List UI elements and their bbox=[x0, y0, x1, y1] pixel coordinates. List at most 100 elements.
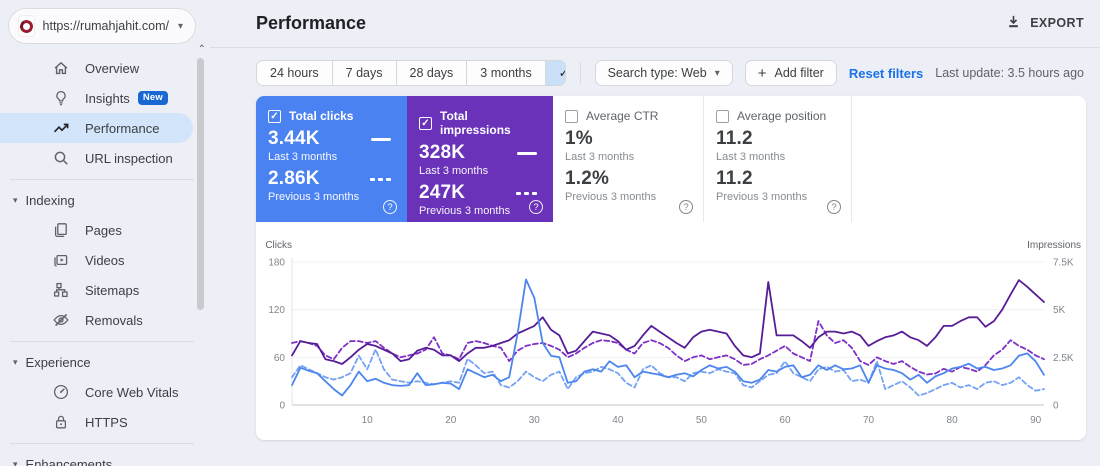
performance-chart-svg: 0 60 120 180 0 2.5K 5K 7.5K 10 20 30 40 50 60 70 80 90 Cl… bbox=[265, 240, 1081, 426]
sidebar-item-videos[interactable]: Videos bbox=[0, 245, 193, 275]
add-filter-label: Add filter bbox=[774, 66, 824, 80]
metric-label: Average CTR bbox=[586, 109, 659, 123]
metric-previous-value: 1.2% bbox=[565, 168, 610, 189]
metric-previous-value: 247K bbox=[419, 182, 466, 203]
metric-current-value: 11.2 bbox=[716, 128, 753, 149]
sidebar-section-experience[interactable]: ▾ Experience bbox=[0, 347, 210, 377]
pages-icon bbox=[52, 221, 70, 239]
performance-chart: 0 60 120 180 0 2.5K 5K 7.5K 10 20 30 40 50 60 70 80 90 Cl… bbox=[256, 222, 1086, 440]
eye-off-icon bbox=[52, 311, 70, 329]
sidebar-item-sitemaps[interactable]: Sitemaps bbox=[0, 275, 193, 305]
lock-icon bbox=[52, 413, 70, 431]
cards-row-filler bbox=[851, 96, 1086, 222]
add-filter-button[interactable]: + Add filter bbox=[744, 60, 837, 86]
filter-bar: 24 hours 7 days 28 days 3 months ✓ Compa… bbox=[210, 48, 1100, 86]
metric-previous-value: 2.86K bbox=[268, 168, 320, 189]
average-ctr-card[interactable]: Average CTR 1% Last 3 months 1.2% Previo… bbox=[553, 96, 703, 222]
sidebar-item-insights[interactable]: Insights New bbox=[0, 83, 193, 113]
svg-text:5K: 5K bbox=[1053, 305, 1066, 316]
help-icon[interactable]: ? bbox=[383, 200, 397, 214]
total-clicks-card[interactable]: ✓ Total clicks 3.44K Last 3 months 2.86K… bbox=[256, 96, 407, 222]
export-label: EXPORT bbox=[1030, 16, 1084, 30]
sidebar-item-label: Sitemaps bbox=[85, 282, 140, 298]
solid-line-legend-icon bbox=[517, 151, 537, 155]
svg-text:180: 180 bbox=[268, 258, 285, 269]
sidebar-section-indexing[interactable]: ▾ Indexing bbox=[0, 185, 210, 215]
checkbox-unchecked-icon[interactable] bbox=[565, 109, 578, 123]
metric-current-value: 328K bbox=[419, 142, 466, 163]
metric-previous-period: Previous 3 months bbox=[419, 205, 511, 217]
date-range-24-hours[interactable]: 24 hours bbox=[257, 61, 333, 85]
svg-text:0: 0 bbox=[1053, 401, 1059, 412]
svg-text:40: 40 bbox=[612, 415, 624, 426]
search-icon bbox=[52, 149, 70, 167]
divider bbox=[579, 62, 581, 84]
svg-text:60: 60 bbox=[779, 415, 791, 426]
plus-icon: + bbox=[757, 64, 767, 82]
sidebar-item-overview[interactable]: Overview bbox=[0, 53, 193, 83]
compare-toggle[interactable]: ✓ Compare bbox=[545, 61, 565, 85]
sidebar-section-enhancements[interactable]: ▾ Enhancements bbox=[0, 449, 210, 466]
property-url: https://rumahjahit.com/ bbox=[42, 19, 169, 33]
checkbox-checked-icon[interactable]: ✓ bbox=[419, 116, 432, 130]
svg-text:70: 70 bbox=[863, 415, 875, 426]
metric-label: Total impressions bbox=[440, 109, 511, 137]
sidebar-item-pages[interactable]: Pages bbox=[0, 215, 193, 245]
svg-text:2.5K: 2.5K bbox=[1053, 353, 1074, 364]
svg-text:90: 90 bbox=[1030, 415, 1042, 426]
sidebar-item-label: Performance bbox=[85, 120, 160, 136]
last-update-text: Last update: 3.5 hours ago bbox=[935, 66, 1084, 80]
svg-text:Clicks: Clicks bbox=[265, 240, 292, 251]
checkbox-checked-icon[interactable]: ✓ bbox=[268, 109, 281, 123]
metric-cards-row: ✓ Total clicks 3.44K Last 3 months 2.86K… bbox=[256, 96, 1086, 222]
sidebar-item-performance[interactable]: Performance bbox=[0, 113, 193, 143]
svg-text:10: 10 bbox=[362, 415, 374, 426]
checkmark-icon: ✓ bbox=[559, 66, 565, 80]
sidebar-item-url-inspection[interactable]: URL inspection bbox=[0, 143, 193, 173]
chevron-down-icon: ▾ bbox=[714, 67, 720, 79]
sidebar-item-core-web-vitals[interactable]: Core Web Vitals bbox=[0, 377, 193, 407]
dashed-line-legend-icon bbox=[516, 191, 537, 195]
sidebar-item-https[interactable]: HTTPS bbox=[0, 407, 193, 437]
date-range-28-days[interactable]: 28 days bbox=[397, 61, 468, 85]
svg-text:80: 80 bbox=[947, 415, 959, 426]
sidebar-nav: Overview Insights New Performance URL in… bbox=[0, 44, 210, 466]
reset-filters-button[interactable]: Reset filters bbox=[849, 66, 923, 81]
chevron-down-icon: ▾ bbox=[177, 20, 183, 32]
chevron-down-icon: ▾ bbox=[13, 356, 18, 367]
average-position-card[interactable]: Average position 11.2 Last 3 months 11.2… bbox=[703, 96, 851, 222]
sidebar-item-label: Insights bbox=[85, 90, 130, 106]
section-label: Enhancements bbox=[25, 456, 113, 466]
help-icon[interactable]: ? bbox=[679, 200, 693, 214]
property-selector[interactable]: https://rumahjahit.com/ ▾ bbox=[8, 8, 196, 44]
help-icon[interactable]: ? bbox=[529, 200, 543, 214]
performance-icon bbox=[52, 119, 70, 137]
date-range-7-days[interactable]: 7 days bbox=[333, 61, 397, 85]
sidebar-item-label: Core Web Vitals bbox=[85, 384, 179, 400]
lightbulb-icon bbox=[52, 89, 70, 107]
metric-current-period: Last 3 months bbox=[268, 151, 338, 163]
sitemap-icon bbox=[52, 281, 70, 299]
total-impressions-card[interactable]: ✓ Total impressions 328K Last 3 months 2… bbox=[407, 96, 553, 222]
sidebar-item-label: Pages bbox=[85, 222, 122, 238]
chevron-down-icon: ▾ bbox=[13, 458, 18, 466]
metric-label: Total clicks bbox=[289, 109, 354, 123]
video-icon bbox=[52, 251, 70, 269]
metric-previous-period: Previous 3 months bbox=[565, 191, 657, 203]
search-type-label: Search type: Web bbox=[607, 66, 707, 80]
metric-previous-period: Previous 3 months bbox=[268, 191, 360, 203]
svg-text:120: 120 bbox=[268, 305, 285, 316]
help-icon[interactable]: ? bbox=[827, 200, 841, 214]
export-button[interactable]: EXPORT bbox=[1006, 14, 1084, 32]
svg-text:50: 50 bbox=[696, 415, 708, 426]
chevron-down-icon: ▾ bbox=[13, 194, 18, 205]
page-title: Performance bbox=[256, 13, 367, 33]
date-range-3-months[interactable]: 3 months bbox=[467, 61, 546, 85]
checkbox-unchecked-icon[interactable] bbox=[716, 109, 729, 123]
sidebar-item-label: HTTPS bbox=[85, 414, 128, 430]
main-header: Performance EXPORT bbox=[210, 0, 1100, 48]
metric-current-value: 1% bbox=[565, 128, 593, 149]
download-icon bbox=[1006, 14, 1021, 32]
search-type-filter[interactable]: Search type: Web ▾ bbox=[594, 60, 733, 86]
sidebar-item-removals[interactable]: Removals bbox=[0, 305, 193, 335]
